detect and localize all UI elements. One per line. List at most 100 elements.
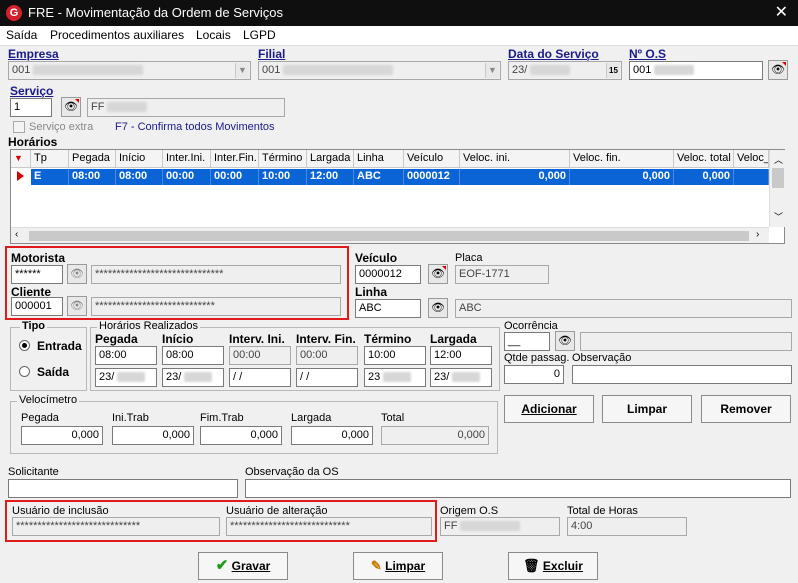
obs-os-field[interactable] — [245, 479, 791, 498]
vel-total-field: 0,000 — [381, 426, 489, 445]
close-icon[interactable]: ✕ — [775, 2, 788, 22]
scroll-right-icon[interactable]: › — [756, 229, 759, 240]
col-header: Inter.Ini. — [163, 150, 211, 168]
vel-fimtrab-field[interactable]: 0,000 — [200, 426, 282, 445]
horizontal-scrollbar[interactable]: ‹ › — [11, 227, 769, 243]
motorista-code[interactable]: ****** — [11, 265, 63, 284]
grid-cell[interactable]: 12:00 — [307, 169, 354, 185]
realizado-date[interactable]: / / — [296, 368, 358, 387]
grid-cell[interactable]: E — [31, 169, 69, 185]
radio-saida[interactable] — [19, 366, 30, 377]
placa-field: EOF-1771 — [455, 265, 549, 284]
veiculo-label: Veículo — [355, 251, 398, 265]
servico-extra-checkbox[interactable] — [13, 121, 25, 133]
col-header: Tp — [31, 150, 69, 168]
vel-initrab-field[interactable]: 0,000 — [112, 426, 194, 445]
horarios-label: Horários — [8, 135, 58, 149]
limpar-footer-label: Limpar — [385, 559, 426, 573]
linha-field[interactable]: ABC — [355, 299, 421, 318]
limpar-footer-button[interactable]: ✎ Limpar — [353, 552, 443, 580]
empresa-select[interactable]: 001 ▼ — [8, 61, 251, 80]
menu-lgpd[interactable]: LGPD — [243, 28, 276, 42]
scroll-left-icon[interactable]: ‹ — [15, 229, 18, 240]
col-header: Veloc. fin. — [570, 150, 674, 168]
grid-cell[interactable]: 0,000 — [570, 169, 674, 185]
vel-largada-field[interactable]: 0,000 — [291, 426, 373, 445]
realizado-time[interactable]: 12:00 — [430, 346, 492, 365]
placa-label: Placa — [455, 252, 483, 264]
tipo-group — [10, 327, 87, 391]
search-servico-icon[interactable]: 👁 — [61, 97, 81, 117]
ocorrencia-field[interactable]: __ — [504, 332, 550, 351]
solicitante-label: Solicitante — [8, 466, 59, 478]
realizado-date[interactable]: 23/ — [162, 368, 224, 387]
scroll-thumb[interactable] — [29, 231, 749, 241]
col-label: Pegada — [95, 332, 138, 346]
data-servico-field[interactable]: 23/15 — [508, 61, 622, 80]
scroll-down-icon[interactable]: ﹀ — [774, 210, 783, 223]
grid-cell[interactable] — [734, 169, 769, 185]
servico-field[interactable]: 1 — [10, 98, 52, 117]
menu-locais[interactable]: Locais — [196, 28, 231, 42]
realizado-date[interactable]: / / — [229, 368, 291, 387]
grid-cell[interactable]: 00:00 — [163, 169, 211, 185]
realizado-time[interactable]: 10:00 — [364, 346, 426, 365]
qtde-field[interactable]: 0 — [504, 365, 564, 384]
radio-entrada[interactable] — [19, 340, 30, 351]
grid-cell[interactable]: 0,000 — [460, 169, 570, 185]
scroll-thumb[interactable] — [772, 168, 784, 188]
realizado-time[interactable]: 00:00 — [229, 346, 291, 365]
vertical-scrollbar[interactable]: ︿ ﹀ — [769, 150, 785, 227]
row-pointer-icon — [11, 169, 31, 185]
col-label: Largada — [430, 332, 477, 346]
obs-os-label: Observação da OS — [245, 466, 339, 478]
grid-cell[interactable]: ABC — [354, 169, 404, 185]
limpar-button[interactable]: Limpar — [602, 395, 692, 423]
grid-cell[interactable]: 08:00 — [116, 169, 163, 185]
search-linha-icon[interactable]: 👁 — [428, 298, 448, 318]
menu-procedimentos[interactable]: Procedimentos auxiliares — [50, 28, 184, 42]
col-header: Veloc. total — [674, 150, 734, 168]
realizado-date[interactable]: 23/ — [430, 368, 492, 387]
cliente-name: **************************** — [91, 297, 341, 316]
search-motorista-icon[interactable]: 👁 — [67, 264, 87, 284]
grid-cell[interactable]: 08:00 — [69, 169, 116, 185]
realizado-time[interactable]: 08:00 — [162, 346, 224, 365]
adicionar-button[interactable]: Adicionar — [504, 395, 594, 423]
horarios-grid[interactable]: ▼ Tp Pegada Início Inter.Ini. Inter.Fin.… — [10, 149, 785, 244]
veiculo-field[interactable]: 0000012 — [355, 265, 421, 284]
search-veiculo-icon[interactable]: 👁 — [428, 264, 448, 284]
velocimetro-label: Velocímetro — [17, 394, 80, 406]
col-header: Veloc_Fi — [734, 150, 769, 168]
filial-select[interactable]: 001 ▼ — [258, 61, 501, 80]
search-os-icon[interactable]: 👁 — [768, 60, 788, 80]
menu-saida[interactable]: Saída — [6, 28, 37, 42]
vel-pegada-field[interactable]: 0,000 — [21, 426, 103, 445]
grid-cell[interactable]: 10:00 — [259, 169, 307, 185]
search-cliente-icon[interactable]: 👁 — [67, 296, 87, 316]
excluir-button[interactable]: 🗑 Excluir — [508, 552, 598, 580]
cliente-code[interactable]: 000001 — [11, 297, 63, 316]
grid-cell[interactable]: 00:00 — [211, 169, 259, 185]
vel-col-label: Total — [381, 412, 405, 424]
solicitante-field[interactable] — [8, 479, 238, 498]
origem-os-label: Origem O.S — [440, 505, 499, 517]
realizado-time[interactable]: 08:00 — [95, 346, 157, 365]
col-header: Veloc. ini. — [460, 150, 570, 168]
search-ocorrencia-icon[interactable]: 👁 — [555, 331, 575, 351]
gravar-button[interactable]: ✔ Gravar — [198, 552, 288, 580]
realizado-date[interactable]: 23 — [364, 368, 426, 387]
grid-cell[interactable]: 0,000 — [674, 169, 734, 185]
calendar-icon[interactable]: 15 — [606, 63, 620, 78]
realizado-time[interactable]: 00:00 — [296, 346, 358, 365]
os-field[interactable]: 001 — [629, 61, 763, 80]
scroll-up-icon[interactable]: ︿ — [774, 153, 783, 166]
realizado-date[interactable]: 23/ — [95, 368, 157, 387]
vel-col-label: Pegada — [21, 412, 59, 424]
chevron-down-icon[interactable]: ▼ — [235, 63, 249, 78]
chevron-down-icon[interactable]: ▼ — [485, 63, 499, 78]
data-servico-label: Data do Serviço — [508, 47, 599, 61]
grid-cell[interactable]: 0000012 — [404, 169, 460, 185]
remover-button[interactable]: Remover — [701, 395, 791, 423]
observacao-field[interactable] — [572, 365, 792, 384]
